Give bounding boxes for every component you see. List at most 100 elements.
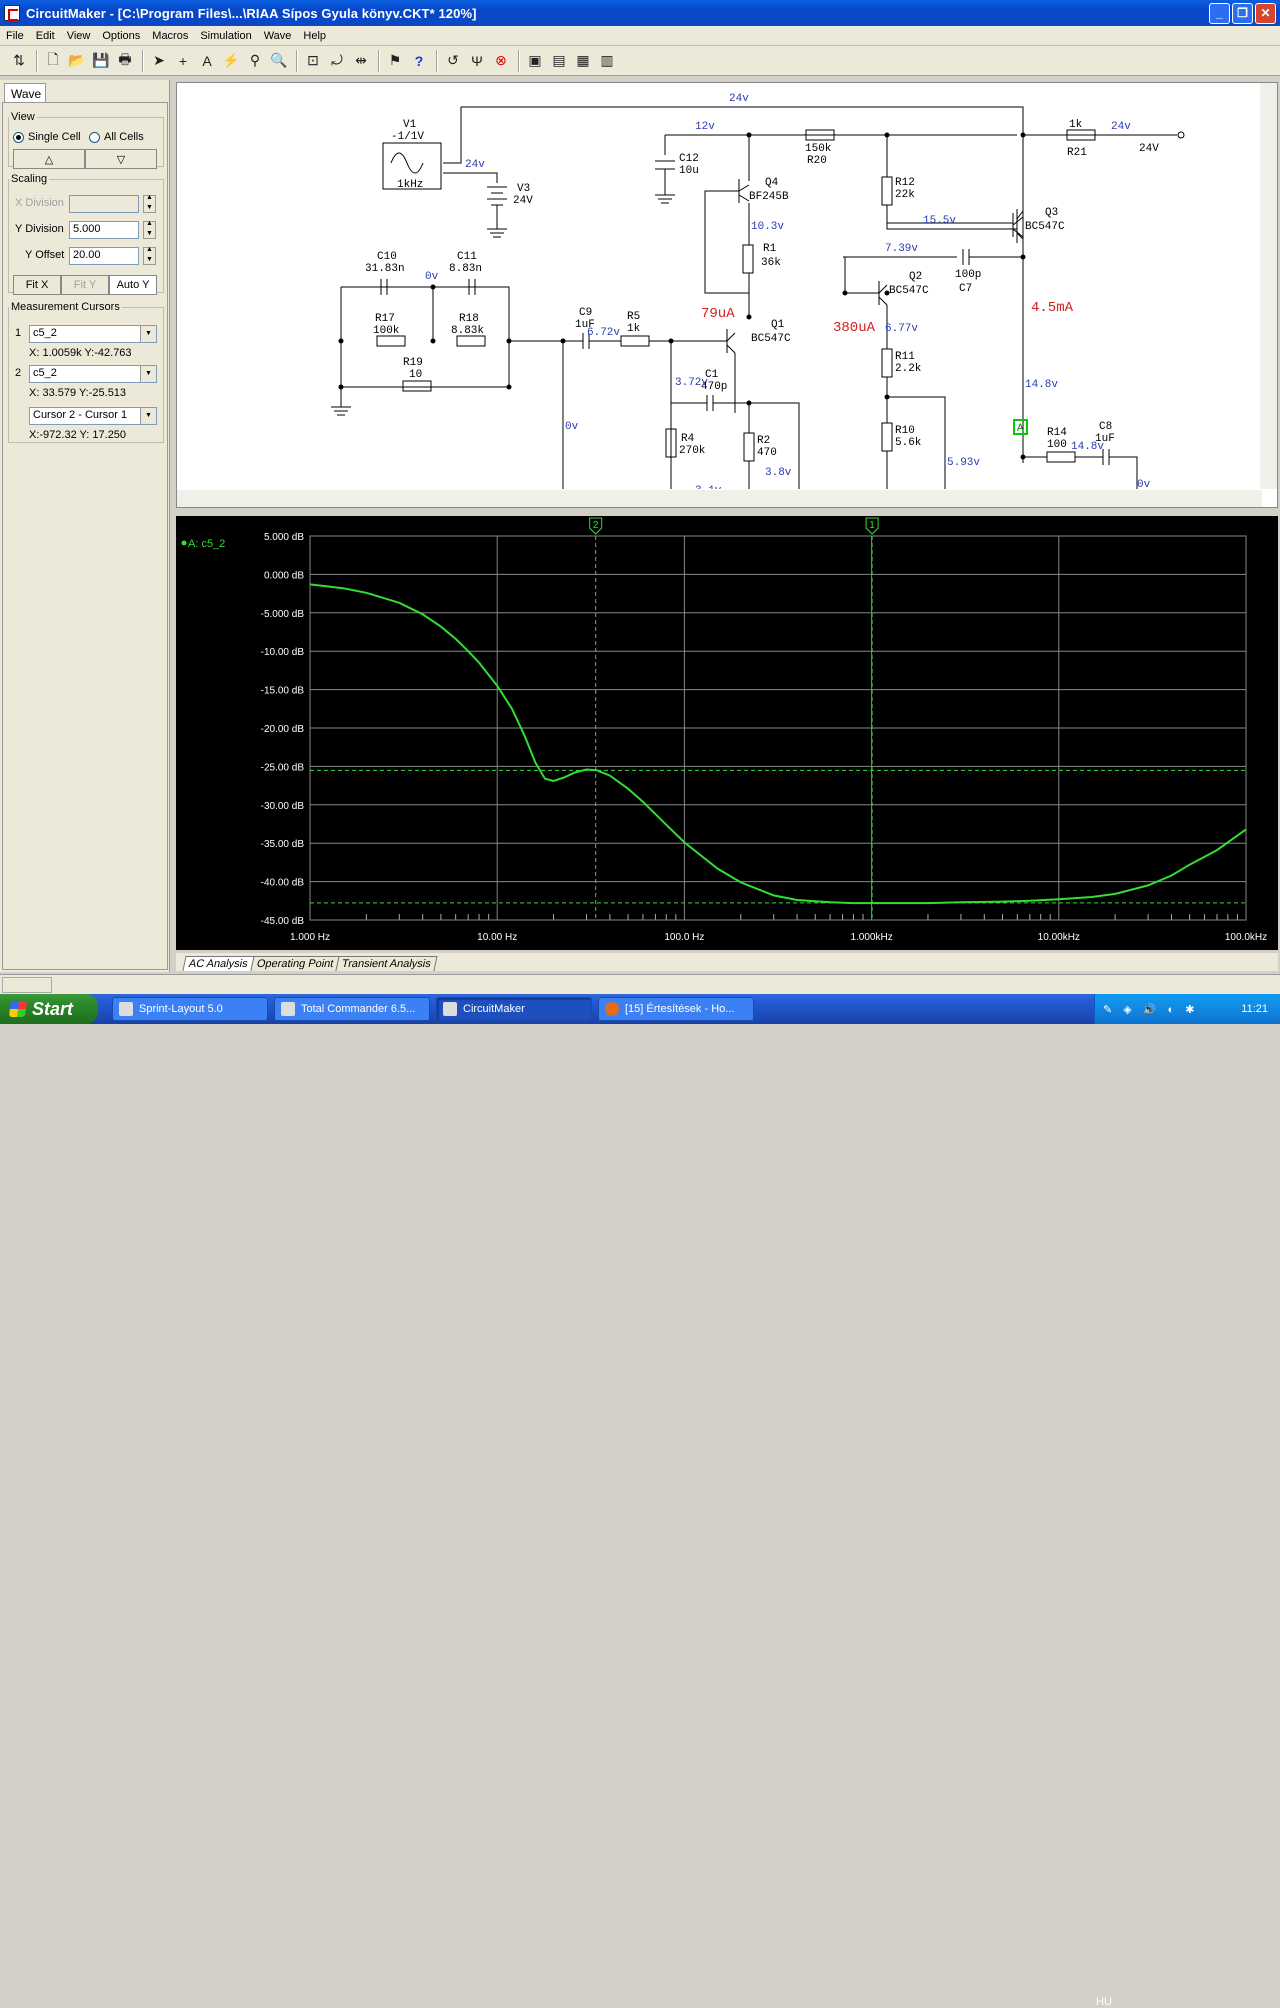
- y-offset-input[interactable]: 20.00: [69, 247, 139, 265]
- schematic-label: R20: [807, 155, 827, 167]
- clock: 11:21: [1241, 1003, 1268, 1015]
- mirror-icon[interactable]: ⇹: [350, 50, 372, 72]
- cells-icon[interactable]: ▥: [596, 50, 618, 72]
- tab-operating-point[interactable]: Operating Point: [250, 956, 340, 971]
- split-icon[interactable]: ▦: [572, 50, 594, 72]
- schematic-label: 100k: [373, 325, 400, 337]
- schematic-label: R12: [895, 177, 915, 189]
- y-tick-label: -15.00 dB: [261, 686, 305, 697]
- window-1-icon[interactable]: ▣: [524, 50, 546, 72]
- y-division-input[interactable]: 5.000: [69, 221, 139, 239]
- schematic-label: 24v: [1111, 121, 1131, 133]
- schematic-label: 100: [1047, 439, 1067, 451]
- cursor-2-label: 2: [593, 520, 599, 531]
- close-button[interactable]: ✕: [1255, 2, 1276, 24]
- probe-tool-icon[interactable]: ⚡: [220, 50, 242, 72]
- task-circuitmaker[interactable]: CircuitMaker: [436, 997, 592, 1021]
- cursor2-readout: X: 33.579 Y:-25.513: [29, 387, 127, 399]
- wire-tool-icon[interactable]: +: [172, 50, 194, 72]
- wand-tool-icon[interactable]: ⚲: [244, 50, 266, 72]
- menu-options[interactable]: Options: [96, 30, 146, 42]
- tab-ac-analysis[interactable]: AC Analysis: [182, 956, 255, 971]
- arrow-tool-icon[interactable]: ➤: [148, 50, 170, 72]
- toolbar: ⇅ 🗋 📂 💾 🖶 ➤ + A ⚡ ⚲ 🔍 ⊡ ⤾ ⇹ ⚑ ? ↺ Ψ ⊗ ▣ …: [0, 46, 1280, 76]
- schematic-label: 4.5mA: [1031, 300, 1074, 316]
- switch-mode-icon[interactable]: ⇅: [8, 50, 30, 72]
- schematic-label: 10.3v: [751, 221, 784, 233]
- wave-plot-canvas[interactable]: 1.000 Hz 10.00 Hz 100.0 Hz 1.000kHz 10.00kHz…: [176, 516, 1278, 950]
- schematic-vertical-scrollbar[interactable]: [1260, 83, 1277, 489]
- total-commander-icon: [281, 1002, 295, 1016]
- schematic-label: BC547C: [751, 333, 791, 345]
- start-button[interactable]: Start: [0, 994, 98, 1024]
- fit-y-button[interactable]: Fit Y: [61, 275, 109, 295]
- y-offset-spinner[interactable]: [143, 246, 156, 265]
- schematic-label: Q2: [909, 271, 922, 283]
- measurement-cursors-group: Measurement Cursors 1 c5_2 X: 1.0059k Y:…: [8, 301, 164, 443]
- app-icon[interactable]: [4, 5, 20, 21]
- wave-panel: Wave View Single Cell All Cells △ ▽ Scal…: [0, 80, 170, 972]
- cell-down-button[interactable]: ▽: [85, 149, 157, 169]
- menu-macros[interactable]: Macros: [146, 30, 194, 42]
- schematic-label: 24v: [729, 93, 749, 105]
- tab-wave[interactable]: Wave: [4, 83, 46, 103]
- menu-wave[interactable]: Wave: [258, 30, 298, 42]
- netlist-icon[interactable]: ⚑: [384, 50, 406, 72]
- maximize-button[interactable]: ❐: [1232, 2, 1253, 24]
- menu-view[interactable]: View: [61, 30, 97, 42]
- schematic-label: 5.93v: [947, 457, 980, 469]
- menu-help[interactable]: Help: [297, 30, 332, 42]
- cursor1-trace-select[interactable]: c5_2: [29, 325, 157, 343]
- cursor-diff-select[interactable]: Cursor 2 - Cursor 1: [29, 407, 157, 425]
- minimize-button[interactable]: _: [1209, 2, 1230, 24]
- print-icon[interactable]: 🖶: [114, 50, 136, 72]
- task-firefox[interactable]: [15] Értesítések - Ho...: [598, 997, 754, 1021]
- zoom-icon[interactable]: 🔍: [268, 50, 290, 72]
- fit-x-button[interactable]: Fit X: [13, 275, 61, 295]
- schematic-label: R14: [1047, 427, 1067, 439]
- schematic-canvas[interactable]: 24vV1-1/1V1kHz24vV324V12vC1210u150kR201k…: [177, 83, 1262, 489]
- menu-edit[interactable]: Edit: [30, 30, 61, 42]
- schematic-label: 12v: [695, 121, 715, 133]
- y-division-spinner[interactable]: [143, 220, 156, 239]
- text-tool-icon[interactable]: A: [196, 50, 218, 72]
- zoom-fit-icon[interactable]: ⊡: [302, 50, 324, 72]
- menu-simulation[interactable]: Simulation: [194, 30, 257, 42]
- schematic-label: 24V: [513, 195, 533, 207]
- language-indicator[interactable]: HU: [1096, 1996, 1112, 2008]
- cell-up-button[interactable]: △: [13, 149, 85, 169]
- task-total-commander[interactable]: Total Commander 6.5...: [274, 997, 430, 1021]
- stop-simulation-icon[interactable]: ⊗: [490, 50, 512, 72]
- save-icon[interactable]: 💾: [90, 50, 112, 72]
- tab-transient-analysis[interactable]: Transient Analysis: [335, 956, 438, 971]
- schematic-label: 6.72v: [587, 327, 620, 339]
- title-bar: CircuitMaker - [C:\Program Files\...\RIA…: [0, 0, 1280, 26]
- open-folder-icon[interactable]: 📂: [66, 50, 88, 72]
- rotate-icon[interactable]: ⤾: [326, 50, 348, 72]
- schematic-label: 79uA: [701, 306, 735, 322]
- windows-logo-icon: [8, 1001, 28, 1017]
- single-cell-radio[interactable]: Single Cell: [13, 131, 81, 143]
- task-sprint-layout[interactable]: Sprint-Layout 5.0: [112, 997, 268, 1021]
- x-division-spinner[interactable]: [143, 194, 156, 213]
- trace-c5-2: [309, 583, 1247, 905]
- tray-icons[interactable]: ✎ ◈ 🔊 ◐ ✱: [1103, 1003, 1241, 1016]
- new-file-icon[interactable]: 🗋: [42, 50, 64, 72]
- y-tick-label: -45.00 dB: [261, 916, 305, 927]
- analysis-tabs: AC Analysis Operating Point Transient An…: [176, 953, 1278, 971]
- menu-file[interactable]: File: [0, 30, 30, 42]
- reset-icon[interactable]: ↺: [442, 50, 464, 72]
- auto-y-button[interactable]: Auto Y: [109, 275, 157, 295]
- help-icon[interactable]: ?: [408, 50, 430, 72]
- wave-plot[interactable]: 1.000 Hz 10.00 Hz 100.0 Hz 1.000kHz 10.00kHz…: [176, 516, 1278, 950]
- schematic-horizontal-scrollbar[interactable]: [177, 490, 1262, 507]
- cursor2-trace-select[interactable]: c5_2: [29, 365, 157, 383]
- step-icon[interactable]: Ψ: [466, 50, 488, 72]
- schematic-view[interactable]: 24v V1 -1/1V 1kHz 24v V3 24V 12v C12 10u 150k R20 1k…: [176, 82, 1278, 508]
- x-division-input[interactable]: [69, 195, 139, 213]
- all-cells-radio[interactable]: All Cells: [89, 131, 144, 143]
- window-title: CircuitMaker - [C:\Program Files\...\RIA…: [26, 5, 477, 21]
- x-tick-label: 100.0 Hz: [664, 932, 704, 943]
- schematic-label: 0v: [1137, 479, 1151, 489]
- waveform-icon[interactable]: ▤: [548, 50, 570, 72]
